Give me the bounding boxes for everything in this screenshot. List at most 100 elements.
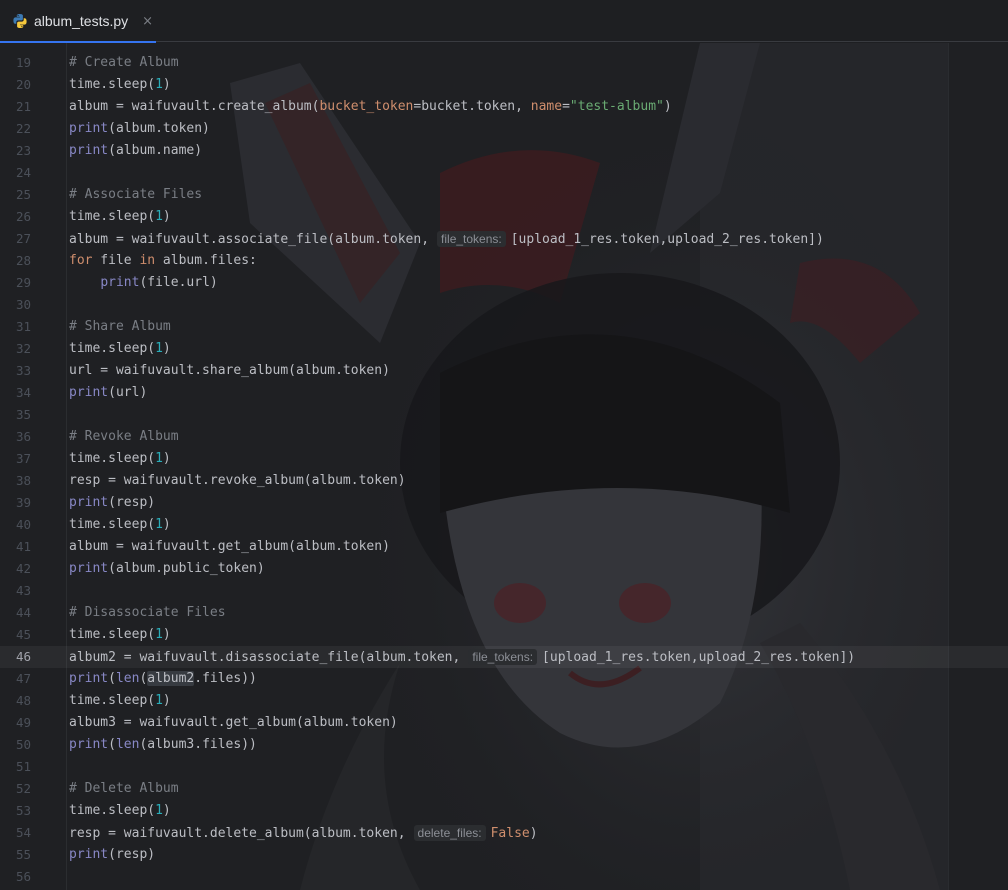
code-token: album2 [147,671,195,686]
code-line[interactable]: 44 # Disassociate Files [0,602,1008,624]
code-token: album = waifuvault.associate_file(album.… [69,232,430,247]
code-line[interactable]: 43 [0,580,1008,602]
code-token: [upload_1_res.token,upload_2_res.token]) [542,650,856,665]
code-token: =bucket.token, [413,99,531,114]
code-line[interactable]: 40 time.sleep(1) [0,514,1008,536]
code-line[interactable]: 31 # Share Album [0,316,1008,338]
code-line[interactable]: 24 [0,162,1008,184]
code-line[interactable]: 48 time.sleep(1) [0,690,1008,712]
tab-album-tests[interactable]: album_tests.py × [0,0,156,43]
code-line[interactable]: 55 print(resp) [0,844,1008,866]
code-token: print [69,671,109,686]
code-token: album = waifuvault.create_album( [69,99,320,114]
code-token: # Associate Files [69,187,203,202]
line-number: 36 [15,429,31,444]
code-text: time.sleep(1) [69,800,171,822]
code-line[interactable]: 52 # Delete Album [0,778,1008,800]
editor-tab-bar: album_tests.py × [0,0,1008,43]
code-token: ) [162,77,171,92]
code-token: ) [162,209,171,224]
code-text: # Associate Files [69,184,202,206]
code-line[interactable]: 32 time.sleep(1) [0,338,1008,360]
code-text: album3 = waifuvault.get_album(album.toke… [69,712,398,734]
code-line[interactable]: 34 print(url) [0,382,1008,404]
code-line[interactable]: 35 [0,404,1008,426]
code-line[interactable]: 41 album = waifuvault.get_album(album.tok… [0,536,1008,558]
code-token: ) [162,451,171,466]
code-line[interactable]: 39 print(resp) [0,492,1008,514]
code-line[interactable]: 50 print(len(album3.files)) [0,734,1008,756]
code-token: album3 = waifuvault.get_album(album.toke… [69,715,398,730]
code-editor[interactable]: 19 # Create Album 20 time.sleep(1) 21 album =… [0,43,1008,890]
line-number: 29 [15,275,31,290]
code-line[interactable]: 42 print(album.public_token) [0,558,1008,580]
code-token: print [69,561,109,576]
code-token: ( [108,737,116,752]
code-line[interactable]: 20 time.sleep(1) [0,74,1008,96]
code-token: print [69,385,109,400]
code-line[interactable]: 49 album3 = waifuvault.get_album(album.to… [0,712,1008,734]
code-token: 1 [155,517,163,532]
code-token: ) [162,803,171,818]
code-token: ) [162,693,171,708]
line-number: 44 [15,605,31,620]
line-number: 50 [15,737,31,752]
code-text: # Create Album [69,52,179,74]
code-line[interactable]: 45 time.sleep(1) [0,624,1008,646]
code-line[interactable]: 22 print(album.token) [0,118,1008,140]
code-token: False [490,826,530,841]
code-text: # Share Album [69,316,171,338]
code-text: album = waifuvault.get_album(album.token… [69,536,390,558]
line-number: 19 [15,55,31,70]
code-token: ) [162,517,171,532]
code-line[interactable]: 37 time.sleep(1) [0,448,1008,470]
line-number: 28 [15,253,31,268]
line-number: 47 [15,671,31,686]
close-icon[interactable]: × [142,14,153,29]
line-number: 32 [15,341,31,356]
code-line[interactable]: 21 album = waifuvault.create_album(bucket… [0,96,1008,118]
code-text: url = waifuvault.share_album(album.token… [69,360,390,382]
code-token: (album.public_token) [108,561,265,576]
line-number: 48 [15,693,31,708]
code-text: print(file.url) [69,272,217,294]
code-token: time.sleep( [69,517,156,532]
code-line[interactable]: 53 time.sleep(1) [0,800,1008,822]
code-text: time.sleep(1) [69,74,171,96]
code-text: print(len(album2.files)) [69,668,257,690]
code-token: url = waifuvault.share_album(album.token… [69,363,390,378]
code-line[interactable]: 33 url = waifuvault.share_album(album.tok… [0,360,1008,382]
code-text: print(resp) [69,844,155,866]
code-line[interactable]: 27 album = waifuvault.associate_file(albu… [0,228,1008,250]
line-number: 52 [15,781,31,796]
code-token: "test-album" [569,99,664,114]
line-number: 51 [15,759,31,774]
code-line[interactable]: 38 resp = waifuvault.revoke_album(album.t… [0,470,1008,492]
code-line[interactable]: 28 for file in album.files: [0,250,1008,272]
code-text: time.sleep(1) [69,624,171,646]
code-line[interactable]: 51 [0,756,1008,778]
code-line[interactable]: 23 print(album.name) [0,140,1008,162]
code-text: print(album.token) [69,118,210,140]
line-number: 34 [15,385,31,400]
code-text: album2 = waifuvault.disassociate_file(al… [69,646,855,669]
code-text: time.sleep(1) [69,448,171,470]
code-text: print(len(album3.files)) [69,734,257,756]
line-number: 41 [15,539,31,554]
code-line[interactable]: 29 print(file.url) [0,272,1008,294]
code-token: time.sleep( [69,77,156,92]
code-line[interactable]: 54 resp = waifuvault.delete_album(album.t… [0,822,1008,844]
code-line[interactable]: 26 time.sleep(1) [0,206,1008,228]
code-line[interactable]: 19 # Create Album [0,52,1008,74]
line-number: 55 [15,847,31,862]
code-line[interactable]: 46 album2 = waifuvault.disassociate_file(… [0,646,1008,668]
code-line[interactable]: 36 # Revoke Album [0,426,1008,448]
code-token: = [562,99,570,114]
line-number: 43 [15,583,31,598]
code-line[interactable]: 30 [0,294,1008,316]
code-line[interactable]: 56 [0,866,1008,888]
code-token: time.sleep( [69,341,156,356]
code-line[interactable]: 47 print(len(album2.files)) [0,668,1008,690]
code-line[interactable]: 25 # Associate Files [0,184,1008,206]
code-token: # Revoke Album [69,429,179,444]
